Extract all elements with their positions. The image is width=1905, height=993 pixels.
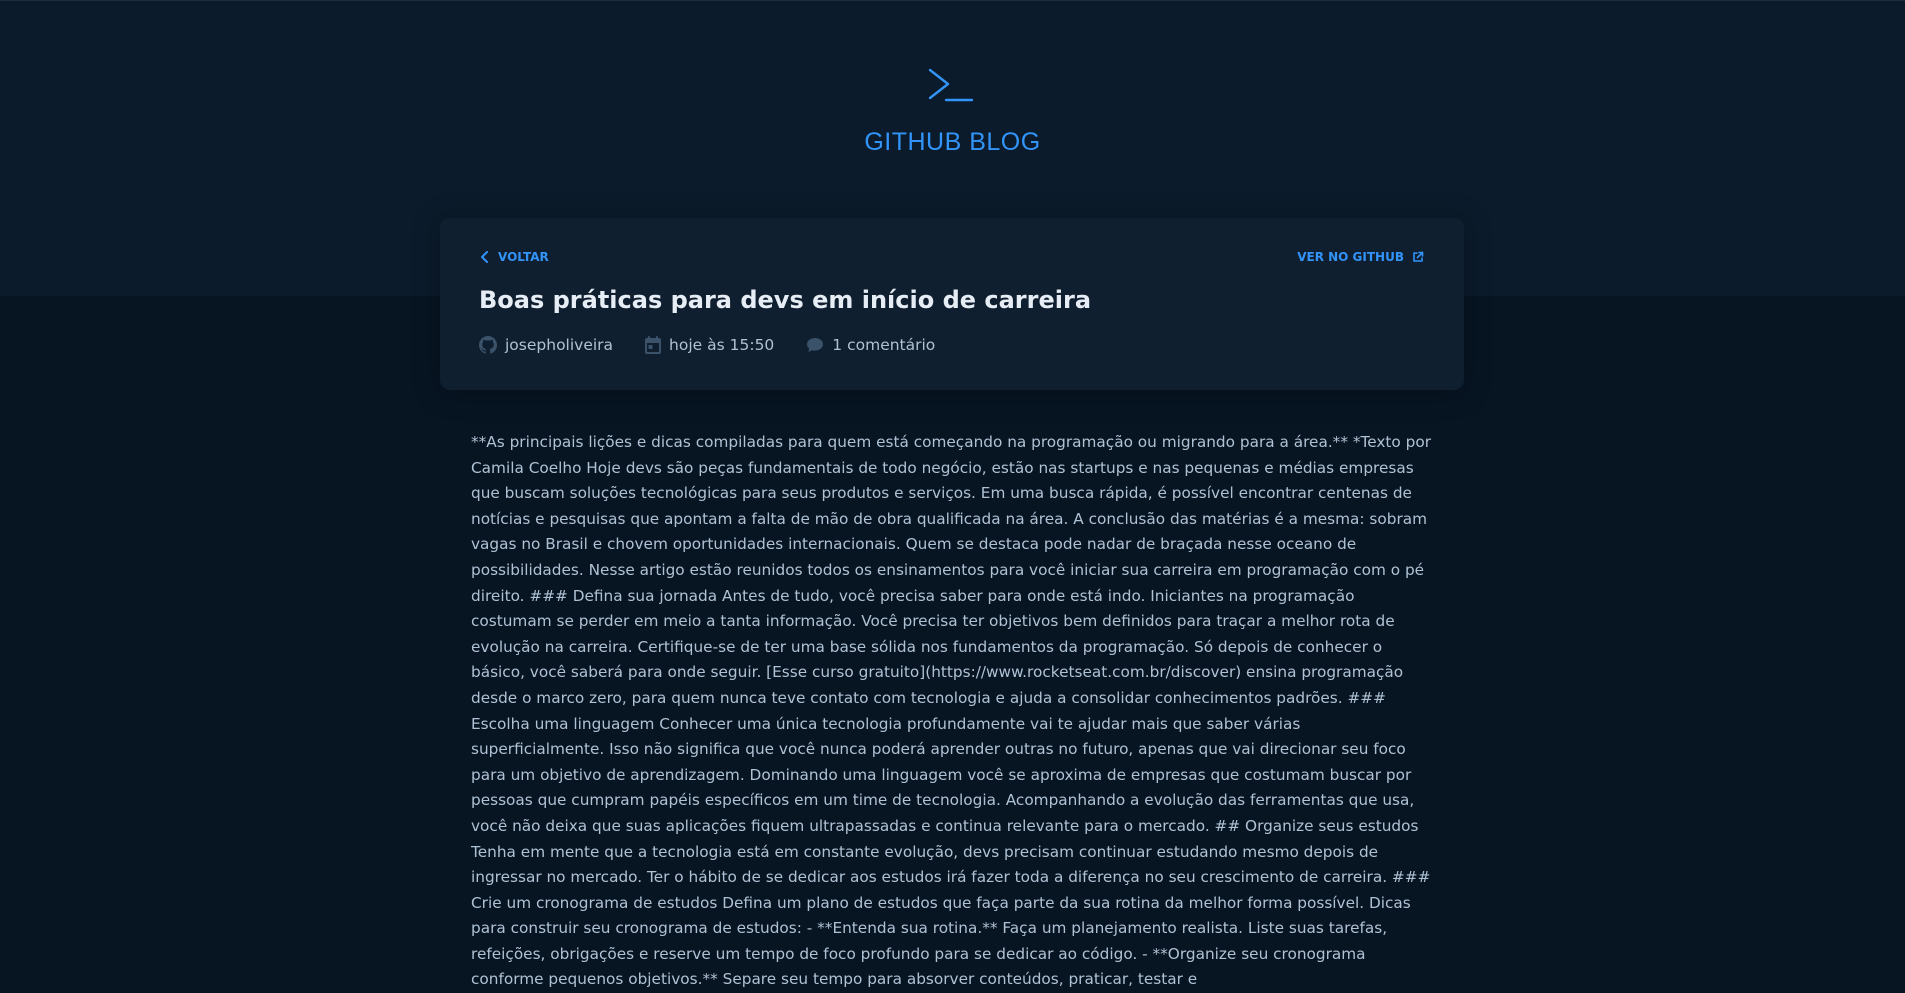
- terminal-icon: [928, 68, 974, 102]
- calendar-icon: [645, 336, 662, 354]
- back-link[interactable]: VOLTAR: [480, 250, 549, 264]
- post-body: **As principais lições e dicas compilada…: [471, 433, 1432, 989]
- github-icon: [479, 336, 497, 354]
- github-link-label: VER NO GITHUB: [1297, 250, 1404, 264]
- meta-comments: 1 comentário: [806, 336, 935, 354]
- post-date: hoje às 15:50: [669, 336, 775, 354]
- chevron-left-icon: [481, 251, 488, 263]
- meta-date: hoje às 15:50: [645, 336, 774, 354]
- author-name: josepholiveira: [505, 336, 614, 354]
- post-info-card: VOLTAR VER NO GITHUB Boas práticas para …: [440, 218, 1464, 390]
- comments-count: 1 comentário: [832, 336, 936, 354]
- back-link-label: VOLTAR: [498, 250, 549, 264]
- meta-author: josepholiveira: [479, 336, 613, 354]
- post-meta: josepholiveira hoje às 15:50 1 comentári…: [479, 336, 967, 354]
- external-link-icon: [1413, 251, 1424, 262]
- comment-icon: [807, 338, 824, 352]
- view-on-github-link[interactable]: VER NO GITHUB: [1297, 250, 1424, 264]
- post-title: Boas práticas para devs em início de car…: [479, 286, 1092, 314]
- brand-title: GITHUB BLOG: [864, 128, 1041, 156]
